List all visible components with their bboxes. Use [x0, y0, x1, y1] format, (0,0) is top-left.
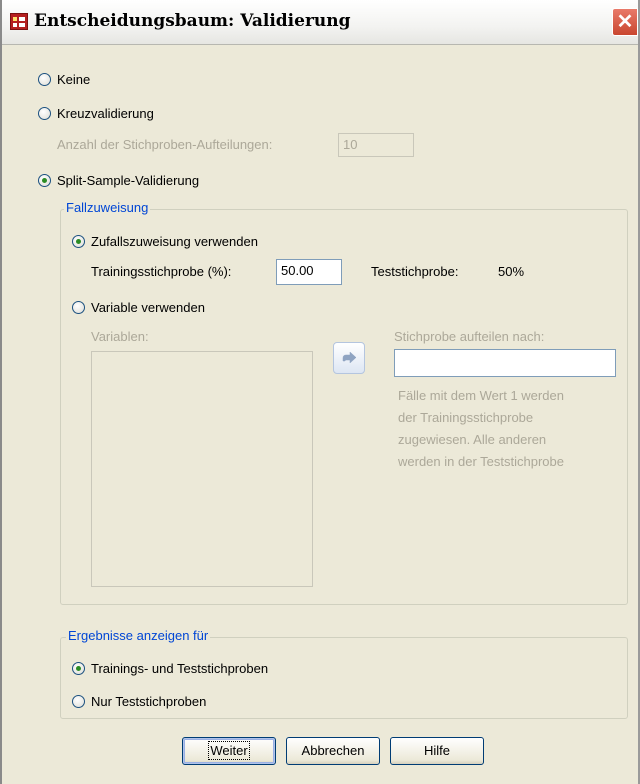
label-kreuzvalidierung: Kreuzvalidierung: [57, 106, 154, 121]
radio-test-only[interactable]: [72, 695, 85, 708]
dialog-window: Entscheidungsbaum: Validierung ✕ Keine K…: [0, 0, 640, 784]
label-keine: Keine: [57, 72, 91, 87]
training-sample-input[interactable]: 50.00: [276, 259, 342, 285]
label-split-sample: Split-Sample-Validierung: [57, 173, 200, 188]
radio-random-assignment[interactable]: [72, 235, 85, 248]
training-sample-label: Trainingsstichprobe (%):: [91, 264, 232, 279]
radio-split-sample[interactable]: [38, 174, 51, 187]
variables-listbox[interactable]: [91, 351, 313, 587]
help-text-line-3: zugewiesen. Alle anderen: [398, 432, 547, 447]
label-test-only: Nur Teststichproben: [91, 694, 207, 709]
continue-button-label: Weiter: [208, 741, 250, 760]
cancel-button[interactable]: Abbrechen: [286, 737, 380, 765]
radio-training-and-test[interactable]: [72, 662, 85, 675]
case-assignment-title: Fallzuweisung: [64, 200, 151, 215]
move-variable-button[interactable]: [333, 342, 365, 374]
folds-label: Anzahl der Stichproben-Aufteilungen:: [57, 137, 273, 152]
title-bar[interactable]: Entscheidungsbaum: Validierung ✕: [2, 0, 638, 45]
label-training-and-test: Trainings- und Teststichproben: [91, 661, 269, 676]
radio-variable-assignment[interactable]: [72, 301, 85, 314]
radio-kreuzvalidierung[interactable]: [38, 107, 51, 120]
test-sample-label: Teststichprobe:: [371, 264, 459, 279]
test-sample-value: 50%: [498, 264, 525, 279]
split-by-input[interactable]: [394, 349, 616, 377]
help-text-line-4: werden in der Teststichprobe: [398, 454, 564, 469]
label-random-assignment: Zufallszuweisung verwenden: [91, 234, 258, 249]
continue-button[interactable]: Weiter: [182, 737, 276, 765]
right-arrow-icon: [342, 351, 357, 364]
folds-input[interactable]: 10: [338, 133, 414, 157]
radio-keine[interactable]: [38, 73, 51, 86]
split-by-label: Stichprobe aufteilen nach:: [394, 329, 545, 344]
dialog-body: Keine Kreuzvalidierung Anzahl der Stichp…: [2, 45, 638, 784]
results-title: Ergebnisse anzeigen für: [66, 628, 211, 643]
window-title: Entscheidungsbaum: Validierung: [34, 11, 351, 31]
help-text-line-2: der Trainingsstichprobe: [398, 410, 534, 425]
label-variable-assignment: Variable verwenden: [91, 300, 205, 315]
help-button[interactable]: Hilfe: [390, 737, 484, 765]
table-icon: [10, 13, 28, 30]
close-button[interactable]: ✕: [612, 8, 638, 36]
variables-label: Variablen:: [91, 329, 149, 344]
help-text-line-1: Fälle mit dem Wert 1 werden: [398, 388, 564, 403]
